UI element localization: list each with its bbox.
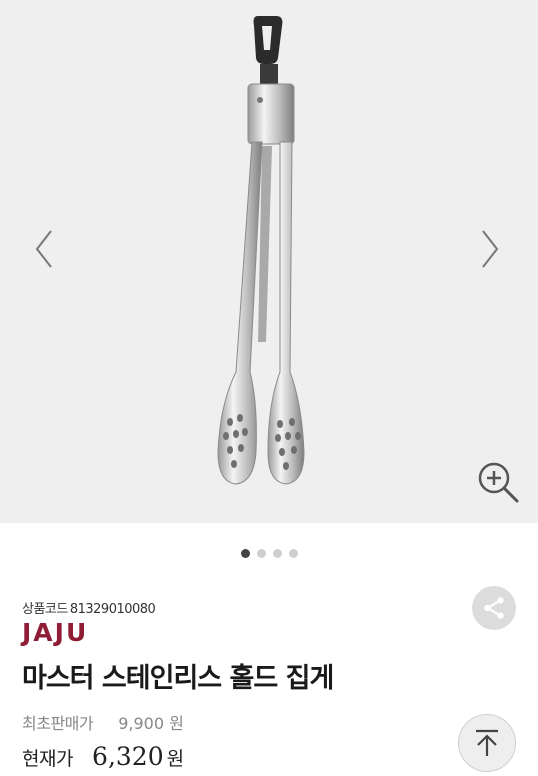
arrow-up-to-top-icon [476, 729, 498, 756]
current-price-label: 현재가 [22, 748, 73, 770]
carousel-dot[interactable] [272, 549, 282, 558]
current-price-row: 현재가 6,320 원 [22, 742, 184, 771]
share-button[interactable] [472, 586, 516, 630]
chevron-right-icon[interactable] [478, 228, 502, 270]
currency-unit: 원 [166, 748, 185, 770]
chevron-left-icon[interactable] [32, 228, 56, 270]
product-code: 상품코드 81329010080 [22, 598, 156, 617]
product-title: 마스터 스테인리스 홀드 집게 [22, 663, 334, 694]
scroll-top-button[interactable] [458, 714, 516, 772]
carousel-dot[interactable] [288, 549, 298, 558]
carousel-dot[interactable] [240, 549, 250, 558]
share-icon [484, 597, 504, 619]
current-price-value: 6,320 [92, 742, 164, 771]
product-code-value: 81329010080 [69, 602, 156, 617]
original-price-value: 9,900 원 [118, 714, 184, 733]
product-code-label: 상품코드 [22, 602, 68, 617]
zoom-in-icon[interactable] [476, 460, 520, 504]
original-price-label: 최초판매가 [22, 714, 94, 733]
brand-logo[interactable]: JAJU [22, 620, 88, 646]
carousel-pagination [0, 549, 538, 558]
original-price-row: 최초판매가 9,900 원 [22, 710, 184, 734]
product-image-gallery[interactable] [0, 0, 538, 523]
product-image-tongs [217, 16, 305, 485]
carousel-dot[interactable] [256, 549, 266, 558]
